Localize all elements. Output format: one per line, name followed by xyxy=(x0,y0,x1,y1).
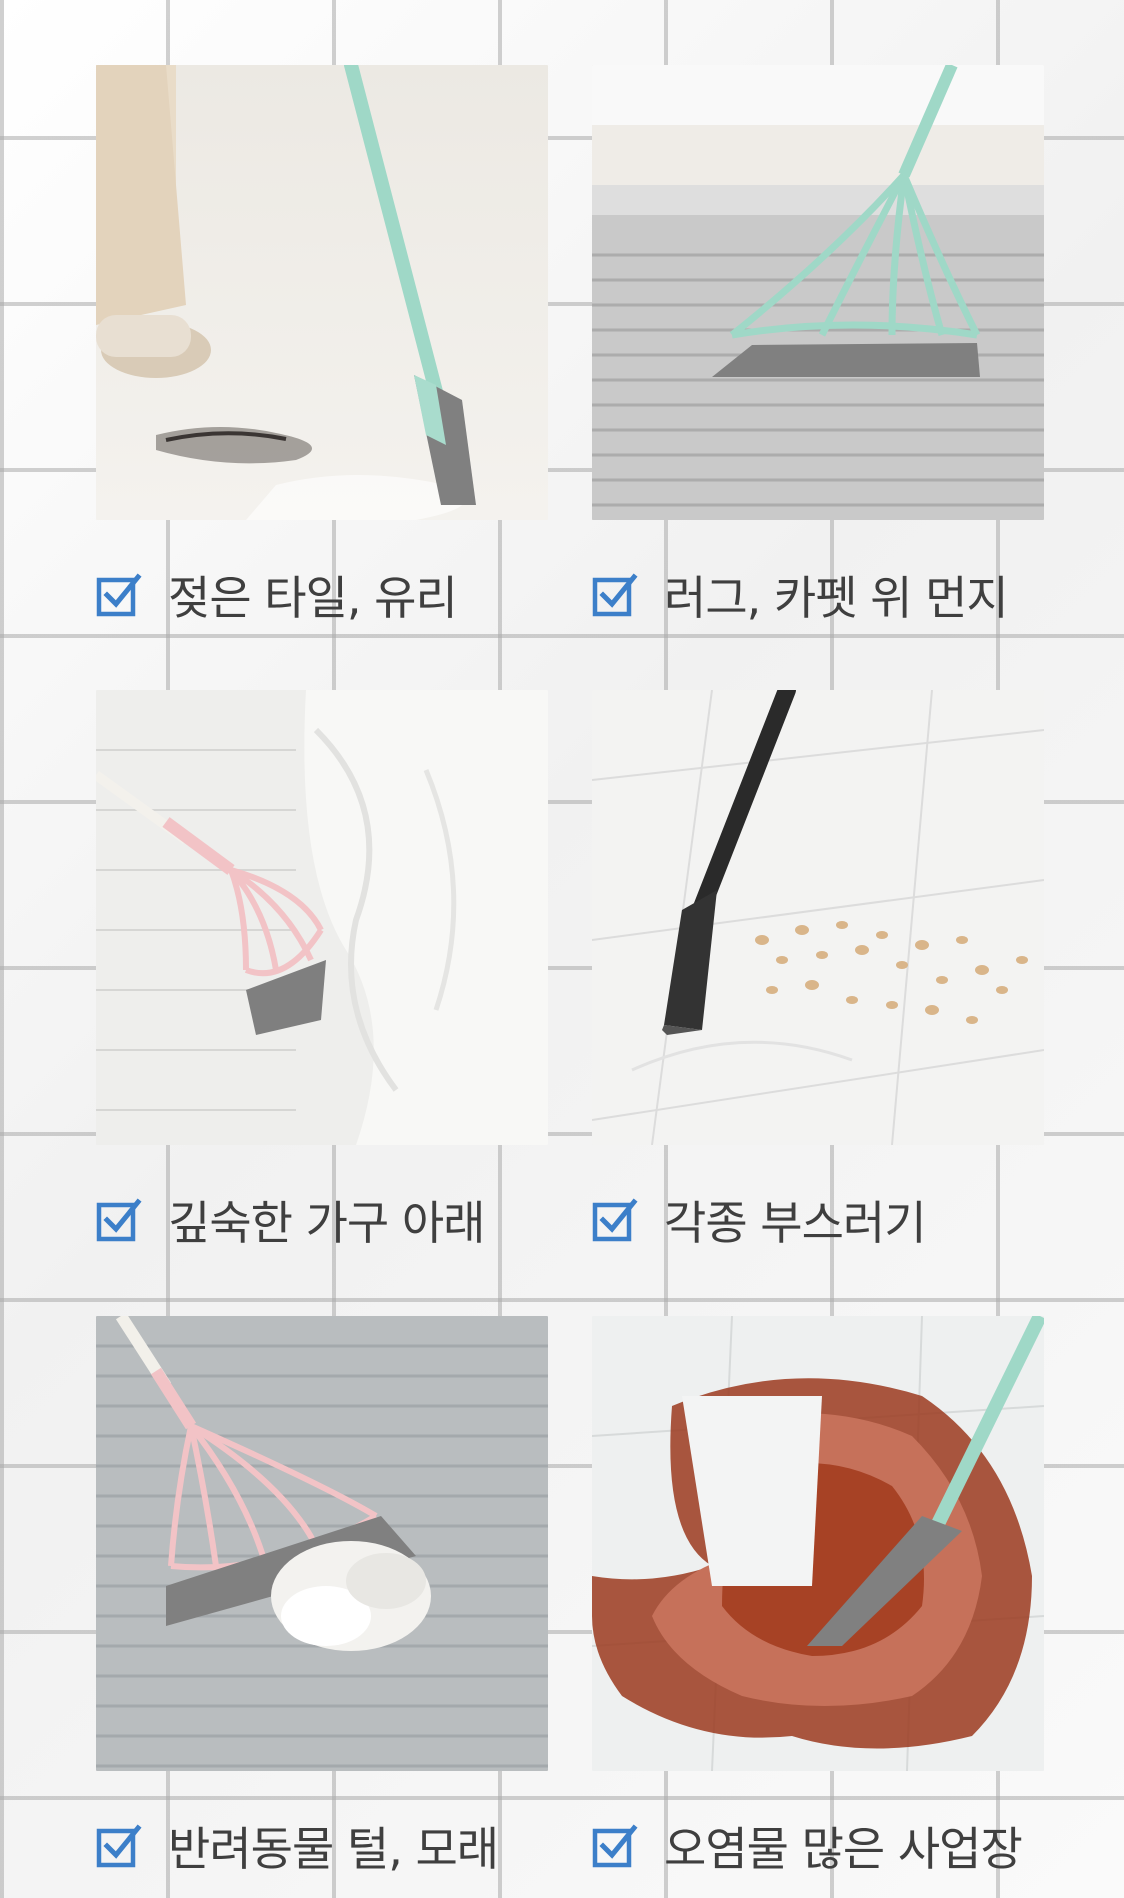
checkbox-checked-icon xyxy=(96,1824,142,1868)
checkbox-checked-icon xyxy=(96,1198,142,1242)
usage-card-crumbs: 각종 부스러기 xyxy=(592,690,1044,1250)
photo-rug xyxy=(592,65,1044,520)
caption-label: 반려동물 털, 모래 xyxy=(168,1822,499,1876)
caption-rug: 러그, 카펫 위 먼지 xyxy=(592,555,1009,635)
caption-wet-tile: 젖은 타일, 유리 xyxy=(96,555,458,635)
usage-card-rug: 러그, 카펫 위 먼지 xyxy=(592,65,1044,625)
usage-card-pet-hair: 반려동물 털, 모래 xyxy=(96,1316,548,1876)
checkbox-checked-icon xyxy=(592,573,638,617)
photo-pet-hair xyxy=(96,1316,548,1771)
photo-wet-tile xyxy=(96,65,548,520)
caption-label: 오염물 많은 사업장 xyxy=(664,1822,1023,1876)
caption-under-furniture: 깊숙한 가구 아래 xyxy=(96,1180,485,1260)
photo-crumbs xyxy=(592,690,1044,1145)
caption-label: 젖은 타일, 유리 xyxy=(168,571,458,625)
photo-under-bed xyxy=(96,690,548,1145)
checkbox-checked-icon xyxy=(96,573,142,617)
usage-card-wet-tile: 젖은 타일, 유리 xyxy=(96,65,548,625)
usage-card-under-furniture: 깊숙한 가구 아래 xyxy=(96,690,548,1250)
checkbox-checked-icon xyxy=(592,1824,638,1868)
usage-grid: 젖은 타일, 유리 러그, 카펫 위 먼지 깊숙한 가구 아래 각종 부스러기 … xyxy=(0,0,1124,1898)
caption-label: 러그, 카펫 위 먼지 xyxy=(664,571,1009,625)
photo-sauce-spill xyxy=(592,1316,1044,1771)
caption-label: 각종 부스러기 xyxy=(664,1196,927,1250)
caption-label: 깊숙한 가구 아래 xyxy=(168,1196,485,1250)
checkbox-checked-icon xyxy=(592,1198,638,1242)
usage-card-business: 오염물 많은 사업장 xyxy=(592,1316,1044,1876)
caption-crumbs: 각종 부스러기 xyxy=(592,1180,927,1260)
caption-pet-hair: 반려동물 털, 모래 xyxy=(96,1806,499,1886)
caption-business: 오염물 많은 사업장 xyxy=(592,1806,1023,1886)
